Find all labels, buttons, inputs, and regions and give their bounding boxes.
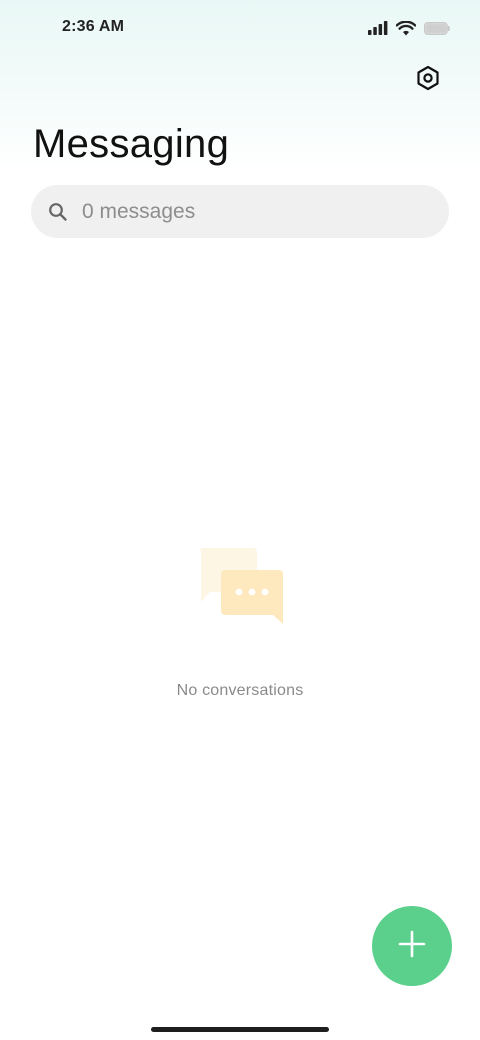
settings-hexagon-icon — [415, 65, 441, 96]
battery-icon — [424, 21, 450, 35]
status-time: 2:36 AM — [62, 18, 125, 35]
new-conversation-button[interactable] — [372, 906, 452, 986]
empty-state-text: No conversations — [176, 682, 304, 699]
status-icons — [368, 18, 450, 38]
plus-icon — [397, 929, 427, 964]
search-bar[interactable] — [31, 185, 449, 238]
search-input[interactable] — [82, 199, 412, 224]
page-title: Messaging — [33, 122, 230, 166]
status-bar: 2:36 AM — [0, 0, 480, 56]
chat-bubbles-icon — [194, 544, 286, 628]
settings-button[interactable] — [412, 64, 444, 96]
search-icon — [47, 201, 69, 223]
wifi-icon — [396, 20, 416, 36]
home-indicator[interactable] — [151, 1027, 329, 1032]
cellular-signal-icon — [368, 21, 388, 35]
